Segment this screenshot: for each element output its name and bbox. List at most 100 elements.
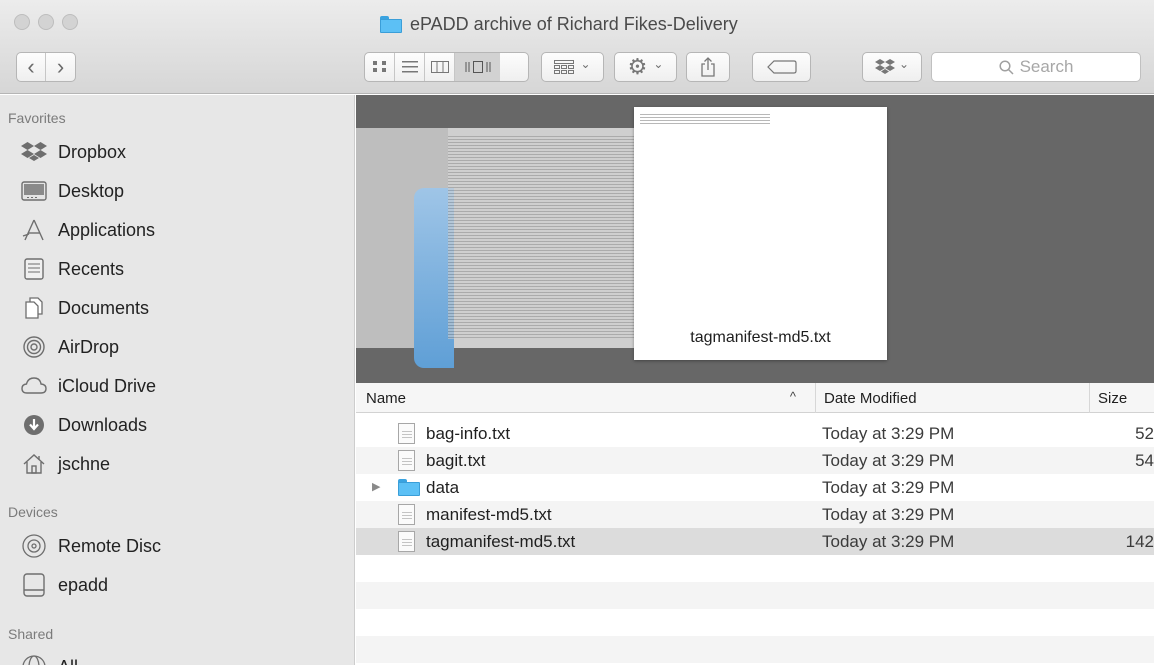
gear-icon: ⚙ bbox=[627, 54, 648, 79]
dropbox-icon bbox=[18, 139, 50, 165]
file-name: bagit.txt bbox=[426, 451, 486, 470]
sidebar-item-dropbox[interactable]: Dropbox bbox=[18, 138, 348, 166]
sidebar-item-epadd[interactable]: epadd bbox=[18, 571, 348, 599]
zoom-window-button[interactable] bbox=[62, 14, 78, 30]
desktop-icon bbox=[18, 178, 50, 204]
file-date-modified: Today at 3:29 PM bbox=[822, 424, 955, 443]
chevron-down-icon: ⌄ bbox=[580, 57, 591, 71]
sidebar-item-label: Remote Disc bbox=[58, 535, 162, 556]
dropbox-icon bbox=[874, 59, 895, 74]
recents-icon bbox=[18, 256, 50, 282]
file-name: manifest-md5.txt bbox=[426, 505, 552, 524]
arrange-button[interactable]: ⌄ bbox=[541, 52, 604, 82]
sidebar-item-remote-disc[interactable]: Remote Disc bbox=[18, 532, 348, 560]
empty-row bbox=[356, 555, 1154, 582]
disclosure-triangle-icon[interactable]: ▶ bbox=[372, 480, 380, 493]
folder-icon bbox=[380, 15, 402, 33]
text-file-icon bbox=[398, 423, 415, 444]
text-file-icon bbox=[398, 531, 415, 552]
list-item-selected[interactable]: tagmanifest-md5.txt Today at 3:29 PM 142 bbox=[356, 528, 1154, 555]
file-list: Name ^ Date Modified Size bag-info.txt T… bbox=[356, 383, 1154, 665]
share-button[interactable] bbox=[686, 52, 730, 82]
list-item[interactable]: manifest-md5.txt Today at 3:29 PM bbox=[356, 501, 1154, 528]
icon-view-icon bbox=[372, 61, 386, 72]
sidebar-item-recents[interactable]: Recents bbox=[18, 255, 348, 283]
column-header-size-label: Size bbox=[1098, 389, 1128, 407]
file-size: 54 bbox=[1135, 451, 1154, 470]
sidebar-item-label: jschne bbox=[58, 453, 111, 474]
sidebar-item-label: iCloud Drive bbox=[58, 375, 157, 396]
list-item[interactable]: bag-info.txt Today at 3:29 PM 52 bbox=[356, 420, 1154, 447]
minimize-window-button[interactable] bbox=[38, 14, 54, 30]
search-icon bbox=[999, 59, 1014, 75]
search-field[interactable]: Search bbox=[931, 52, 1141, 82]
sidebar-item-icloud-drive[interactable]: iCloud Drive bbox=[18, 372, 348, 400]
sidebar-item-label: Downloads bbox=[58, 414, 148, 435]
empty-row bbox=[356, 582, 1154, 609]
file-date-modified: Today at 3:29 PM bbox=[822, 505, 955, 524]
sidebar-item-label: Applications bbox=[58, 219, 156, 240]
cover-flow-preview[interactable]: tagmanifest-md5.txt bbox=[356, 95, 1154, 383]
sidebar-item-desktop[interactable]: Desktop bbox=[18, 177, 348, 205]
back-button[interactable]: ‹ bbox=[17, 53, 47, 81]
column-header-size[interactable]: Size bbox=[1089, 383, 1154, 413]
sidebar-item-label: Desktop bbox=[58, 180, 125, 201]
empty-row bbox=[356, 609, 1154, 636]
chevron-down-icon: ⌄ bbox=[898, 57, 910, 71]
icon-view-button[interactable] bbox=[365, 53, 395, 81]
tag-button[interactable] bbox=[752, 52, 811, 82]
view-mode-control bbox=[364, 52, 529, 82]
window-title-text: ePADD archive of Richard Fikes-Delivery bbox=[410, 13, 738, 34]
file-date-modified: Today at 3:29 PM bbox=[822, 532, 955, 551]
sidebar-item-label: Recents bbox=[58, 258, 125, 279]
preview-filename: tagmanifest-md5.txt bbox=[690, 329, 831, 346]
column-header-name-label: Name bbox=[366, 389, 407, 407]
toolbar: ePADD archive of Richard Fikes-Delivery … bbox=[0, 0, 1154, 94]
sidebar-item-jschne[interactable]: jschne bbox=[18, 450, 348, 478]
dropbox-button[interactable]: ⌄ bbox=[862, 52, 922, 82]
preview-thumbnail-selected[interactable]: tagmanifest-md5.txt bbox=[634, 107, 887, 360]
file-size: 52 bbox=[1135, 424, 1154, 443]
list-header: Name ^ Date Modified Size bbox=[356, 383, 1154, 413]
applications-icon bbox=[18, 217, 50, 243]
airdrop-icon bbox=[18, 334, 50, 360]
sidebar: Favorites Dropbox Desktop Applications R… bbox=[0, 95, 355, 665]
shared-heading: Shared bbox=[8, 626, 54, 642]
file-name: tagmanifest-md5.txt bbox=[426, 532, 576, 551]
forward-button[interactable]: › bbox=[46, 53, 75, 81]
devices-heading: Devices bbox=[8, 504, 58, 520]
disc-icon bbox=[18, 533, 50, 559]
sidebar-item-label: All bbox=[58, 657, 78, 665]
file-name: bag-info.txt bbox=[426, 424, 511, 443]
action-button[interactable]: ⚙ ⌄ bbox=[614, 52, 677, 82]
downloads-icon bbox=[18, 412, 50, 438]
sidebar-item-airdrop[interactable]: AirDrop bbox=[18, 333, 348, 361]
column-header-date-label: Date Modified bbox=[824, 389, 917, 407]
cover-flow-icon bbox=[465, 61, 490, 73]
home-icon bbox=[18, 451, 50, 477]
sidebar-item-applications[interactable]: Applications bbox=[18, 216, 348, 244]
sidebar-item-documents[interactable]: Documents bbox=[18, 294, 348, 322]
folder-icon bbox=[398, 479, 420, 496]
documents-icon bbox=[18, 295, 50, 321]
grid-icon bbox=[554, 60, 575, 74]
file-date-modified: Today at 3:29 PM bbox=[822, 478, 955, 497]
sidebar-item-all[interactable]: All bbox=[18, 653, 348, 665]
list-view-button[interactable] bbox=[395, 53, 425, 81]
sidebar-item-label: Documents bbox=[58, 297, 150, 318]
cover-flow-view-button[interactable] bbox=[455, 53, 500, 81]
column-header-name[interactable]: Name ^ bbox=[356, 383, 806, 413]
list-item[interactable]: bagit.txt Today at 3:29 PM 54 bbox=[356, 447, 1154, 474]
column-header-date-modified[interactable]: Date Modified bbox=[815, 383, 1087, 413]
file-date-modified: Today at 3:29 PM bbox=[822, 451, 955, 470]
list-view-icon bbox=[401, 61, 418, 73]
text-file-icon bbox=[398, 504, 415, 525]
sidebar-item-downloads[interactable]: Downloads bbox=[18, 411, 348, 439]
share-icon bbox=[701, 57, 715, 77]
sort-ascending-icon: ^ bbox=[789, 389, 796, 404]
sidebar-item-label: Dropbox bbox=[58, 141, 127, 162]
list-item[interactable]: ▶ data Today at 3:29 PM bbox=[356, 474, 1154, 501]
column-view-button[interactable] bbox=[425, 53, 455, 81]
close-window-button[interactable] bbox=[14, 14, 30, 30]
tag-icon bbox=[766, 60, 797, 74]
